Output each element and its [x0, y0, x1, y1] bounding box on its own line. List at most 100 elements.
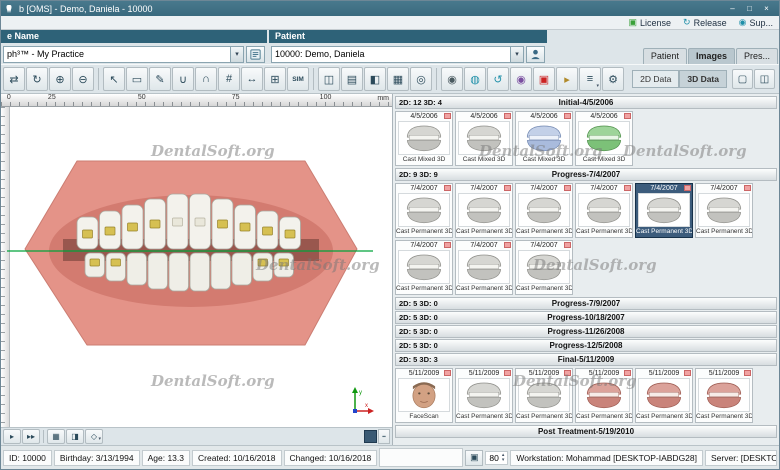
draw-tool-icon[interactable]: ✎	[149, 67, 171, 91]
gallery-section-header[interactable]: 2D: 12 3D: 4 Initial-4/5/2006	[395, 96, 777, 109]
gallery-section-header[interactable]: 2D: 5 3D: 0 Progress-12/5/2008	[395, 339, 777, 352]
tab-pres[interactable]: Pres...	[735, 48, 778, 64]
settings-gear-icon[interactable]: ⚙	[602, 67, 624, 91]
status-release[interactable]: ↻ Release	[683, 18, 727, 28]
zoom-spinner[interactable]: 80 ▴ ▾	[485, 450, 509, 465]
maximize-button[interactable]: □	[741, 4, 758, 13]
tab-patient[interactable]: Patient	[642, 48, 687, 64]
image-thumbnail[interactable]: 7/4/2007 Cast Permanent 3D	[395, 183, 453, 238]
patient-lookup-button[interactable]	[526, 45, 545, 63]
more-options-button[interactable]: ▪▪	[378, 429, 390, 444]
tab-2d-data[interactable]: 2D Data	[632, 70, 680, 88]
tab-3d-data[interactable]: 3D Data	[679, 70, 727, 88]
camera-icon[interactable]: ◎	[410, 67, 432, 91]
split-view-toggle[interactable]: ◫	[754, 69, 775, 89]
ruler-tick-label: 0	[6, 94, 11, 101]
image-type-marker-icon	[564, 370, 571, 376]
lower-arch-icon[interactable]: ∪	[172, 67, 194, 91]
object-list-button[interactable]: ◨	[66, 429, 84, 444]
mirror-tool-icon[interactable]: ◫	[318, 67, 340, 91]
practice-combo[interactable]: ph³™ - My Practice ▾	[3, 45, 244, 63]
image-thumbnail[interactable]: 5/11/2009 Cast Permanent 3D	[515, 368, 573, 423]
upper-arch-icon[interactable]: ∩	[195, 67, 217, 91]
zoom-in-tool-icon[interactable]: ⊕	[49, 67, 71, 91]
image-thumbnail[interactable]: 7/4/2007 Cast Permanent 3D	[635, 183, 693, 238]
image-thumbnail[interactable]: 7/4/2007 Cast Permanent 3D	[455, 240, 513, 295]
image-thumbnail[interactable]: 5/11/2009 Cast Permanent 3D	[455, 368, 513, 423]
tab-images[interactable]: Images	[687, 48, 735, 64]
practice-search-button[interactable]	[246, 45, 265, 63]
pan-tool-icon[interactable]: ⇄	[3, 67, 25, 91]
background-color-button[interactable]	[364, 430, 377, 443]
rectangle-select-icon[interactable]: ▭	[126, 67, 148, 91]
record-icon[interactable]: ◉	[510, 67, 532, 91]
thumbnail-row: 5/11/2009 FaceScan 5/11/2009 Cast Permanent…	[395, 367, 777, 425]
3d-options-button[interactable]: ◇ ▾	[85, 429, 103, 444]
select-tool-icon[interactable]: ↖	[103, 67, 125, 91]
image-thumbnail[interactable]: 4/5/2006 Cast Mixed 3D	[575, 111, 633, 166]
image-thumbnail[interactable]: 5/11/2009 FaceScan	[395, 368, 453, 423]
3d-viewport[interactable]: y x	[1, 107, 392, 427]
grid-view-button[interactable]: ▦	[47, 429, 65, 444]
image-thumbnail[interactable]: 7/4/2007 Cast Permanent 3D	[455, 183, 513, 238]
rotate-tool-icon[interactable]: ↻	[26, 67, 48, 91]
eye-icon[interactable]: ◉	[441, 67, 463, 91]
folder-icon[interactable]: ▸	[556, 67, 578, 91]
minimize-button[interactable]: –	[724, 4, 741, 13]
zoom-out-tool-icon[interactable]: ⊖	[72, 67, 94, 91]
layers-icon[interactable]: ▤	[341, 67, 363, 91]
image-thumbnail[interactable]: 4/5/2006 Cast Mixed 3D	[515, 111, 573, 166]
image-thumbnail[interactable]: 7/4/2007 Cast Permanent 3D	[515, 240, 573, 295]
status-field: Age: 13.3	[141, 449, 190, 466]
image-thumbnail[interactable]: 7/4/2007 Cast Permanent 3D	[515, 183, 573, 238]
image-thumbnail[interactable]: 4/5/2006 Cast Mixed 3D	[455, 111, 513, 166]
gallery-section-header[interactable]: 2D: 5 3D: 3 Final-5/11/2009	[395, 353, 777, 366]
print-icon[interactable]: ≡ ▾	[579, 67, 601, 91]
play-button[interactable]: ▸	[3, 429, 21, 444]
patient-combo[interactable]: 10000: Demo, Daniela ▾	[271, 45, 524, 63]
section-title: Initial-4/5/2006	[558, 98, 614, 107]
gallery-section-header[interactable]: Post Treatment-5/19/2010	[395, 425, 777, 438]
gallery-section-header[interactable]: 2D: 5 3D: 0 Progress-11/26/2008	[395, 325, 777, 338]
patient-combo-arrow-icon[interactable]: ▾	[510, 46, 523, 62]
image-thumbnail[interactable]: 7/4/2007 Cast Permanent 3D	[575, 183, 633, 238]
measure-tool-icon[interactable]: ↔	[241, 67, 263, 91]
grid-tool-icon[interactable]: ⊞	[264, 67, 286, 91]
image-thumbnail[interactable]: 5/11/2009 Cast Permanent 3D	[635, 368, 693, 423]
status-support[interactable]: ◉ Sup...	[739, 18, 773, 28]
mesh-icon[interactable]: ▦	[387, 67, 409, 91]
thumbnail-image	[398, 193, 450, 227]
sim-button[interactable]: SIM	[287, 67, 309, 91]
web-icon[interactable]: ◍	[464, 67, 486, 91]
bracket-tool-icon[interactable]: #	[218, 67, 240, 91]
thumbnail-label: Cast Permanent 3D	[696, 228, 752, 235]
gallery-section-header[interactable]: 2D: 9 3D: 9 Progress-7/4/2007	[395, 168, 777, 181]
ruler-tick-label: 50	[137, 94, 146, 101]
image-thumbnail[interactable]: 7/4/2007 Cast Permanent 3D	[395, 240, 453, 295]
image-thumbnail[interactable]: 7/4/2007 Cast Permanent 3D	[695, 183, 753, 238]
thumbnail-image	[518, 378, 570, 412]
thumbnail-image	[578, 378, 630, 412]
image-type-marker-icon	[624, 185, 631, 191]
facescan-thumbnail-graphic	[412, 382, 436, 409]
image-thumbnail[interactable]: 5/11/2009 Cast Permanent 3D	[575, 368, 633, 423]
image-thumbnail[interactable]: 4/5/2006 Cast Mixed 3D	[395, 111, 453, 166]
spinner-arrows[interactable]: ▴ ▾	[502, 452, 505, 463]
spin-down-icon[interactable]: ▾	[502, 457, 505, 463]
license-label: License	[640, 17, 672, 28]
sync-icon[interactable]: ↺	[487, 67, 509, 91]
patient-photo-button[interactable]: ▣	[465, 449, 484, 466]
close-button[interactable]: ×	[758, 4, 775, 13]
status-field: Birthday: 3/13/1994	[53, 449, 140, 466]
single-view-toggle[interactable]: ▢	[732, 69, 753, 89]
fast-forward-button[interactable]: ▸▸	[22, 429, 40, 444]
practice-combo-arrow-icon[interactable]: ▾	[230, 46, 243, 62]
status-license[interactable]: ▣ License	[629, 18, 672, 28]
clip-plane-icon[interactable]: ◧	[364, 67, 386, 91]
gallery-section-header[interactable]: 2D: 5 3D: 0 Progress-7/9/2007	[395, 297, 777, 310]
image-thumbnail[interactable]: 5/11/2009 Cast Permanent 3D	[695, 368, 753, 423]
section-title: Progress-7/4/2007	[551, 170, 621, 179]
gallery-section-header[interactable]: 2D: 5 3D: 0 Progress-10/18/2007	[395, 311, 777, 324]
thumbnail-image	[458, 378, 510, 412]
alert-icon[interactable]: ▣	[533, 67, 555, 91]
